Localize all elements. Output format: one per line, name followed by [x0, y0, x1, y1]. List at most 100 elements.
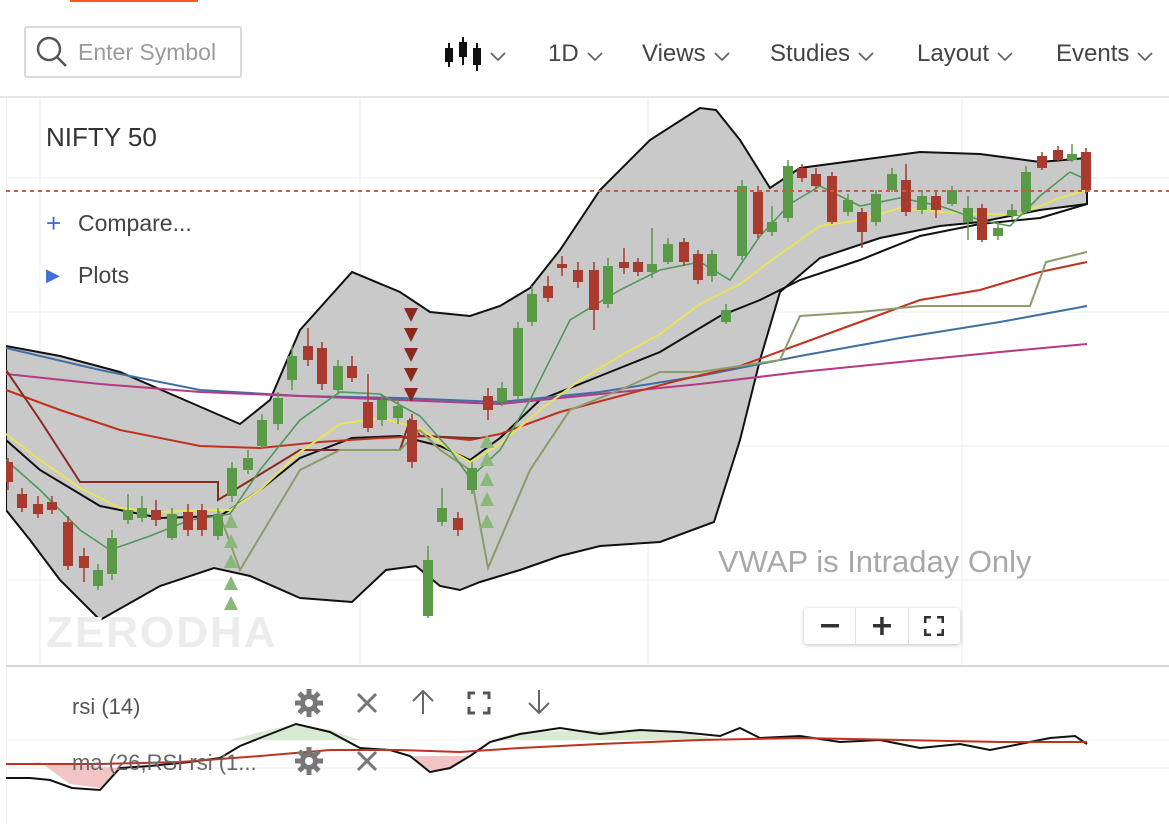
candle-body — [93, 570, 103, 586]
candle-body — [1081, 152, 1091, 190]
vwap-notice: VWAP is Intraday Only — [718, 544, 1032, 579]
close-icon[interactable] — [356, 692, 378, 714]
candle-body — [377, 400, 387, 420]
chart-type-menu[interactable] — [444, 36, 506, 72]
candle-body — [827, 176, 837, 222]
candlestick-icon — [445, 37, 481, 71]
candle-body — [47, 502, 57, 510]
candle-body — [843, 200, 853, 212]
search-icon — [36, 36, 67, 67]
candle-body — [721, 310, 731, 322]
views-menu[interactable]: Views — [642, 36, 730, 72]
chevron-down-icon — [587, 52, 603, 62]
candle-body — [917, 196, 927, 210]
interval-menu[interactable]: 1D — [548, 36, 603, 72]
candle-body — [707, 254, 717, 276]
candle-body — [513, 328, 523, 396]
candle-body — [497, 388, 507, 402]
candle-body — [423, 560, 433, 616]
layout-menu[interactable]: Layout — [917, 36, 1013, 72]
candle-body — [393, 406, 403, 418]
candle-body — [33, 504, 43, 514]
candle-body — [797, 168, 807, 178]
candle-body — [213, 514, 223, 536]
candle-body — [317, 348, 327, 384]
plus-icon — [872, 617, 891, 635]
candle-body — [811, 174, 821, 186]
zoom-in-button[interactable] — [855, 608, 907, 644]
gear-icon[interactable] — [294, 746, 324, 776]
candle-body — [273, 398, 283, 424]
candle-body — [931, 196, 941, 210]
compare-label: Compare... — [78, 210, 192, 236]
candle-body — [407, 420, 417, 462]
events-menu[interactable]: Events — [1056, 36, 1154, 72]
candle-body — [589, 270, 599, 310]
candle-body — [633, 262, 643, 272]
candle-body — [137, 508, 147, 518]
candle-body — [151, 510, 161, 520]
candle-body — [333, 366, 343, 390]
fullscreen-icon — [924, 616, 945, 636]
candle-body — [257, 420, 267, 446]
candle-body — [603, 266, 613, 304]
candle-body — [619, 262, 629, 268]
arrow-down-icon[interactable] — [526, 688, 552, 716]
candle-body — [753, 192, 763, 234]
chevron-down-icon — [997, 52, 1013, 62]
gear-icon[interactable] — [294, 688, 324, 718]
views-label: Views — [642, 40, 706, 67]
chevron-down-icon — [490, 52, 506, 62]
zoom-out-button[interactable] — [804, 608, 855, 644]
candle-body — [527, 294, 537, 322]
candle-body — [679, 242, 689, 262]
candle-body — [871, 194, 881, 222]
candle-body — [467, 468, 477, 490]
candle-body — [79, 556, 89, 568]
rsi-panel-label: rsi (14) — [72, 694, 141, 719]
expand-icon[interactable] — [467, 691, 491, 715]
candle-body — [573, 270, 583, 282]
interval-label: 1D — [548, 40, 579, 67]
candle-body — [437, 508, 447, 522]
studies-menu[interactable]: Studies — [770, 36, 874, 72]
ma-panel-label: ma (26,RSI rsi (1... — [72, 750, 257, 775]
candle-body — [887, 174, 897, 190]
candle-body — [977, 208, 987, 240]
candle-body — [123, 510, 133, 520]
candle-body — [197, 510, 207, 530]
layout-label: Layout — [917, 40, 990, 67]
candle-body — [243, 458, 253, 470]
candle-body — [363, 402, 373, 428]
arrow-up-icon[interactable] — [410, 688, 436, 716]
zoom-controls — [804, 608, 960, 644]
fullscreen-button[interactable] — [907, 608, 960, 644]
compare-button[interactable]: + Compare... — [46, 208, 192, 239]
candle-body — [6, 462, 13, 482]
chevron-down-icon — [858, 52, 874, 62]
candle-body — [543, 286, 553, 298]
candle-body — [663, 244, 673, 262]
plots-label: Plots — [78, 262, 130, 288]
minus-icon — [820, 624, 839, 628]
candle-body — [737, 186, 747, 256]
candle-body — [287, 356, 297, 380]
close-icon[interactable] — [356, 750, 378, 772]
candle-body — [1007, 210, 1017, 216]
candle-body — [693, 254, 703, 280]
candle-body — [1067, 154, 1077, 160]
play-icon: ▶ — [46, 265, 60, 285]
candle-body — [963, 208, 973, 222]
candle-body — [107, 538, 117, 574]
candle-body — [483, 396, 493, 410]
candle-body — [993, 228, 1003, 236]
active-tab-indicator — [70, 0, 198, 2]
symbol-search[interactable] — [24, 26, 242, 78]
search-input[interactable] — [76, 37, 240, 67]
studies-label: Studies — [770, 40, 851, 67]
plots-toggle[interactable]: ▶ Plots — [46, 262, 129, 289]
candle-body — [1053, 150, 1063, 160]
price-chart[interactable] — [6, 98, 1169, 824]
zerodha-watermark: ZERODHA — [46, 608, 278, 657]
candle-body — [901, 180, 911, 212]
